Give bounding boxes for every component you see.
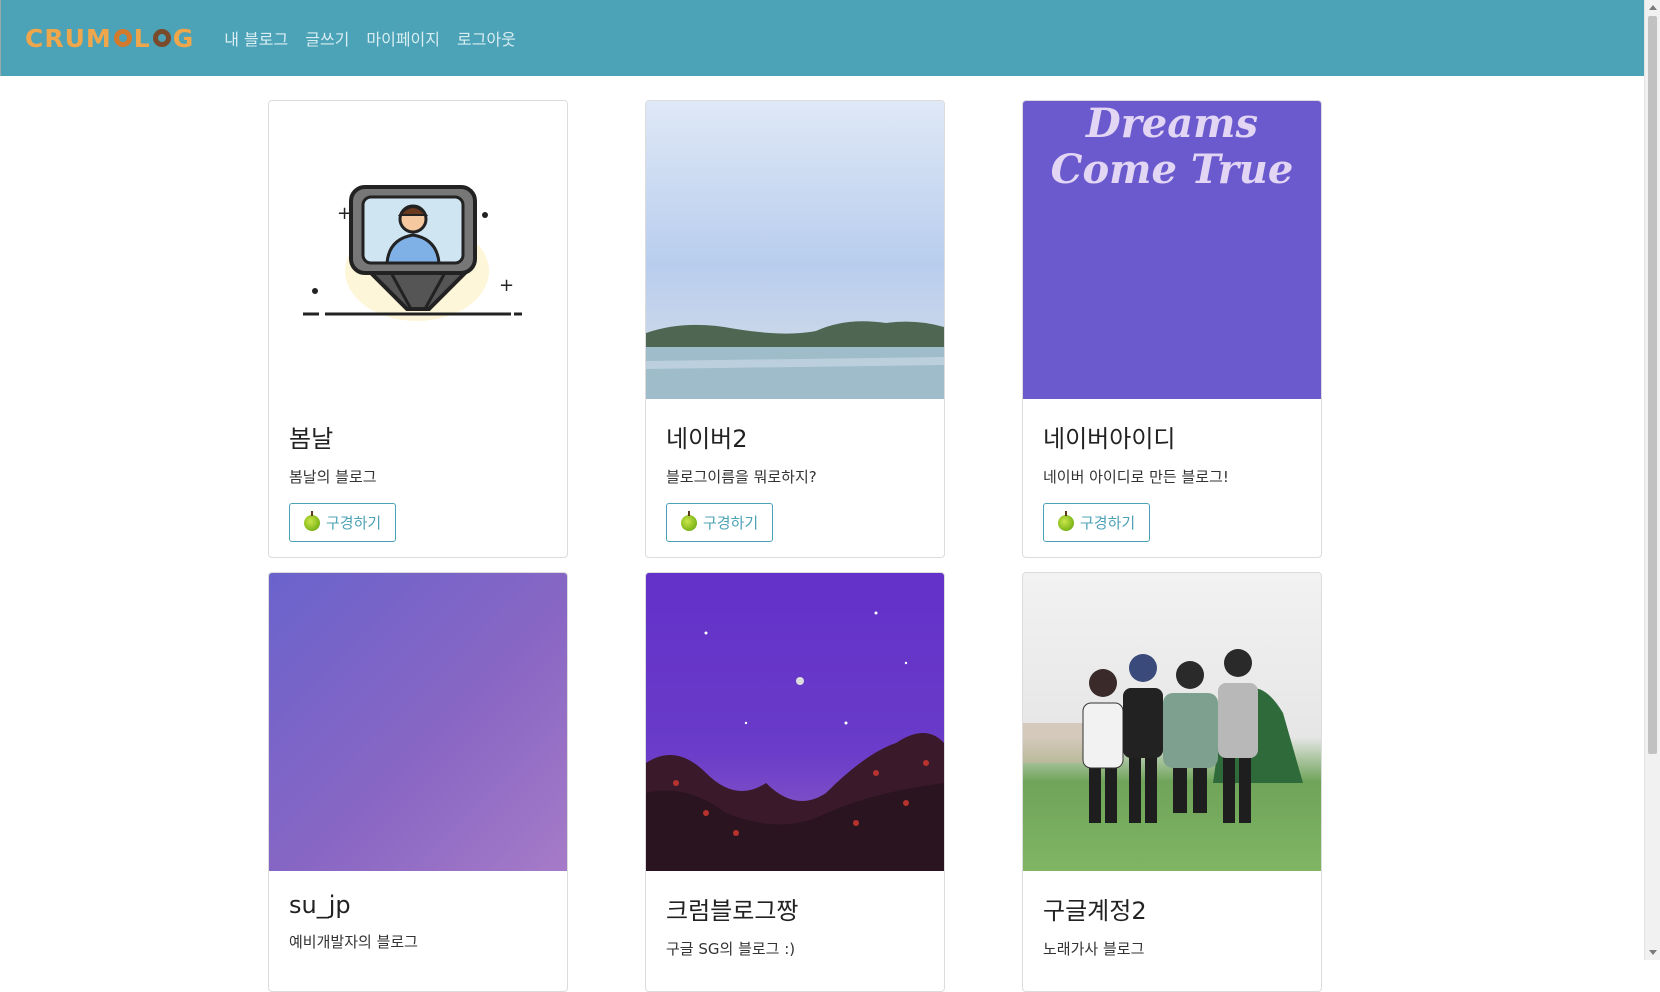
blog-description: 노래가사 블로그 <box>1043 940 1145 958</box>
scroll-up-icon[interactable] <box>1649 5 1657 10</box>
browse-button-label: 구경하기 <box>703 514 759 532</box>
blog-thumbnail[interactable]: Dreams Come True <box>1023 101 1321 399</box>
browse-button[interactable]: 구경하기 <box>1043 503 1151 542</box>
nav-write[interactable]: 글쓰기 <box>305 26 349 50</box>
browse-button[interactable]: 구경하기 <box>289 503 397 542</box>
blog-thumbnail[interactable] <box>1023 573 1321 871</box>
nav-mypage[interactable]: 마이페이지 <box>366 26 440 50</box>
dreams-image-text: Dreams Come True <box>1050 101 1294 193</box>
apple-icon <box>681 510 697 531</box>
blog-card: 구글계정2 노래가사 블로그 <box>1022 572 1322 992</box>
donut-icon <box>152 29 171 47</box>
nav-logout[interactable]: 로그아웃 <box>457 26 516 50</box>
blog-description: 블로그이름을 뭐로하지? <box>666 468 817 486</box>
blog-title[interactable]: su_jp <box>289 891 547 919</box>
blog-card: + + 봄날 봄날의 블로그 구경하기 <box>268 100 568 558</box>
nav-my-blog[interactable]: 내 블로그 <box>224 26 288 50</box>
brand-logo[interactable]: CRUM L G <box>25 24 194 53</box>
blog-card-grid: + + 봄날 봄날의 블로그 구경하기 네이버2 블로그이름을 뭐로하지? 구경… <box>268 100 1322 992</box>
blog-title[interactable]: 크럼블로그짱 <box>666 891 924 926</box>
browse-button-label: 구경하기 <box>326 514 382 532</box>
sea-landscape-icon <box>646 321 944 399</box>
blog-title[interactable]: 봄날 <box>289 419 547 454</box>
brand-text-1: CRUM <box>25 23 112 53</box>
svg-text:+: + <box>499 275 514 296</box>
friends-illustration-icon <box>1023 649 1303 823</box>
scrollbar-thumb[interactable] <box>1648 16 1657 754</box>
nav-links: 내 블로그 글쓰기 마이페이지 로그아웃 <box>224 26 533 50</box>
blog-title[interactable]: 네이버아이디 <box>1043 419 1301 454</box>
brand-text-2: L <box>133 23 151 53</box>
navbar: CRUM L G 내 블로그 글쓰기 마이페이지 로그아웃 <box>0 0 1644 76</box>
blog-title[interactable]: 네이버2 <box>666 419 924 454</box>
browse-button-label: 구경하기 <box>1080 514 1136 532</box>
blog-thumbnail[interactable]: + + <box>269 101 567 399</box>
brand-text-3: G <box>172 23 195 53</box>
page-scrollbar[interactable] <box>1644 0 1660 960</box>
blog-description: 봄날의 블로그 <box>289 468 377 486</box>
blog-card: su_jp 예비개발자의 블로그 <box>268 572 568 992</box>
blog-card: Dreams Come True 네이버아이디 네이버 아이디로 만든 블로그! … <box>1022 100 1322 558</box>
apple-icon <box>1058 510 1074 531</box>
blog-thumbnail[interactable] <box>646 573 944 871</box>
blog-card: 네이버2 블로그이름을 뭐로하지? 구경하기 <box>645 100 945 558</box>
blog-title[interactable]: 구글계정2 <box>1043 891 1301 926</box>
blog-thumbnail[interactable] <box>269 573 567 871</box>
camera-person-icon: + + <box>303 185 522 321</box>
scroll-down-icon[interactable] <box>1649 950 1657 955</box>
browse-button[interactable]: 구경하기 <box>666 503 774 542</box>
apple-icon <box>304 510 320 531</box>
blog-description: 구글 SG의 블로그 :) <box>666 940 796 958</box>
blog-thumbnail[interactable] <box>646 101 944 399</box>
blog-description: 네이버 아이디로 만든 블로그! <box>1043 468 1229 486</box>
blog-card: 크럼블로그짱 구글 SG의 블로그 :) <box>645 572 945 992</box>
donut-icon <box>113 29 132 47</box>
night-sky-icon <box>646 611 944 871</box>
blog-description: 예비개발자의 블로그 <box>289 933 418 951</box>
